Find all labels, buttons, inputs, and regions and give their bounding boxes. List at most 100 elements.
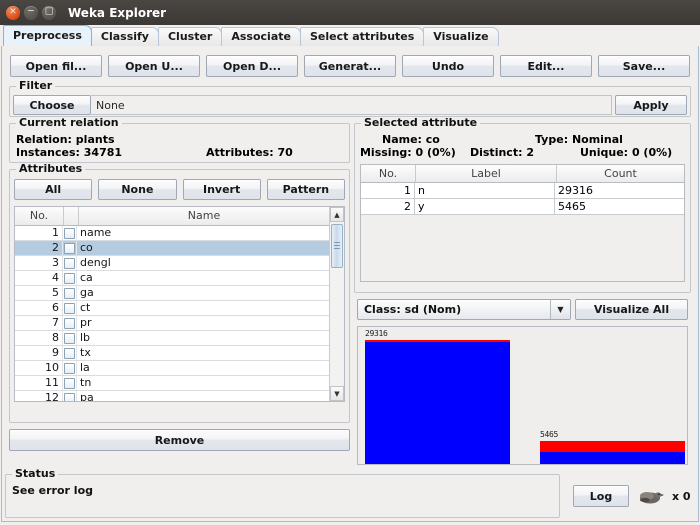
attribute-checkbox[interactable] — [63, 301, 77, 315]
attribute-row-number: 11 — [15, 376, 63, 390]
attribute-row-name: pa — [80, 391, 94, 402]
attributes-header-no: No. — [15, 207, 64, 225]
table-row[interactable]: 12 pa — [15, 391, 329, 402]
close-icon[interactable]: × — [6, 5, 20, 20]
relation-label: Relation: — [16, 133, 72, 146]
visualize-all-button[interactable]: Visualize All — [575, 299, 688, 320]
generate-button[interactable]: Generat... — [304, 55, 396, 77]
histogram-bar[interactable] — [364, 340, 510, 464]
attributes-count-group: Attributes: 70 — [206, 146, 293, 159]
open-url-button[interactable]: Open U... — [108, 55, 200, 77]
attribute-row-name: co — [80, 241, 93, 254]
label-count-header-count: Count — [604, 167, 637, 180]
open-db-button[interactable]: Open D... — [206, 55, 298, 77]
attribute-histogram[interactable]: 29316 5465 — [356, 326, 688, 465]
checkbox-icon — [64, 227, 75, 239]
attribute-checkbox[interactable] — [63, 391, 77, 401]
save-button[interactable]: Save... — [598, 55, 690, 77]
attribute-row-number: 7 — [15, 316, 63, 330]
attribute-type-value: Nominal — [571, 133, 623, 146]
choose-filter-button[interactable]: Choose — [13, 95, 91, 115]
open-file-button[interactable]: Open fil... — [10, 55, 102, 77]
tab-associate[interactable]: Associate — [221, 27, 301, 46]
table-row[interactable]: 2 y 5465 — [360, 199, 684, 215]
apply-filter-button[interactable]: Apply — [615, 95, 687, 115]
attribute-row-name: la — [80, 361, 90, 374]
class-dropdown[interactable]: Class: sd (Nom) ▼ — [356, 299, 571, 320]
attribute-checkbox[interactable] — [63, 331, 77, 345]
select-none-button[interactable]: None — [98, 179, 177, 200]
attribute-checkbox[interactable] — [63, 241, 77, 255]
table-row[interactable]: 5 ga — [15, 286, 329, 301]
table-row[interactable]: 3 dengl — [15, 256, 329, 271]
attribute-checkbox[interactable] — [63, 226, 77, 240]
scrollbar-thumb[interactable] — [330, 224, 343, 268]
attribute-type-label: Type: — [534, 133, 569, 146]
attribute-unique-value: 0 (0%) — [631, 146, 673, 159]
label-row-count: 29316 — [557, 184, 593, 197]
undo-button[interactable]: Undo — [402, 55, 494, 77]
table-row[interactable]: 10 la — [15, 361, 329, 376]
filter-value-field[interactable]: None — [91, 95, 612, 115]
attribute-checkbox[interactable] — [63, 376, 77, 390]
table-row[interactable]: 8 lb — [15, 331, 329, 346]
pattern-button[interactable]: Pattern — [266, 179, 345, 200]
attribute-row-name: ga — [80, 286, 94, 299]
scroll-up-icon[interactable]: ▲ — [329, 207, 344, 222]
attribute-checkbox[interactable] — [63, 316, 77, 330]
table-row[interactable]: 4 ca — [15, 271, 329, 286]
tab-classify-label: Classify — [100, 30, 149, 43]
bird-count-label: x 0 — [672, 489, 691, 503]
attribute-distinct-label: Distinct: — [469, 146, 523, 159]
invert-selection-button[interactable]: Invert — [182, 179, 261, 200]
window-controls: × − □ — [6, 5, 56, 20]
tab-cluster-label: Cluster — [167, 30, 213, 43]
edit-button[interactable]: Edit... — [500, 55, 592, 77]
maximize-icon[interactable]: □ — [42, 5, 56, 20]
tab-visualize[interactable]: Visualize — [423, 27, 499, 46]
select-all-button[interactable]: All — [14, 179, 93, 200]
table-row[interactable]: 11 tn — [15, 376, 329, 391]
attributes-table-body: No. Name 1 name 2 co 3 dengl 4 ca 5 ga 6 ct 7 pr 8 lb 9 t… — [15, 207, 329, 401]
table-row[interactable]: 6 ct — [15, 301, 329, 316]
attributes-header-checkbox — [64, 207, 79, 225]
attribute-checkbox[interactable] — [63, 361, 77, 375]
attribute-row-number: 10 — [15, 361, 63, 375]
status-panel: Status See error log — [5, 468, 560, 518]
tab-select-attributes-label: Select attributes — [309, 30, 415, 43]
weka-bird-icon — [640, 492, 664, 504]
table-row[interactable]: 7 pr — [15, 316, 329, 331]
attribute-checkbox[interactable] — [63, 271, 77, 285]
minimize-icon[interactable]: − — [24, 5, 38, 20]
attribute-checkbox[interactable] — [63, 286, 77, 300]
checkbox-icon — [64, 257, 75, 269]
tab-preprocess[interactable]: Preprocess — [3, 25, 92, 46]
attribute-distinct-value: 2 — [526, 146, 534, 159]
attribute-checkbox[interactable] — [63, 256, 77, 270]
label-row-count: 5465 — [557, 200, 586, 213]
log-button[interactable]: Log — [573, 485, 629, 507]
chevron-down-icon[interactable]: ▼ — [550, 300, 570, 319]
attribute-row-number: 8 — [15, 331, 63, 345]
table-row[interactable]: 2 co — [15, 241, 329, 256]
table-row[interactable]: 9 tx — [15, 346, 329, 361]
attribute-name-group: Name: co — [360, 133, 535, 146]
attribute-missing-label: Missing: — [359, 146, 412, 159]
table-row[interactable]: 1 n 29316 — [360, 183, 684, 199]
selected-attribute-title: Selected attribute — [360, 117, 481, 128]
attribute-row-name: name — [80, 226, 112, 239]
table-row[interactable]: 1 name — [15, 226, 329, 241]
attributes-scrollbar[interactable]: ▲ ▼ — [328, 207, 344, 401]
tab-classify[interactable]: Classify — [90, 27, 159, 46]
window-titlebar: × − □ Weka Explorer — [0, 0, 700, 25]
attribute-row-number: 9 — [15, 346, 63, 360]
scrollbar-track[interactable] — [329, 222, 344, 386]
remove-attributes-button[interactable]: Remove — [9, 429, 350, 451]
attribute-type-group: Type: Nominal — [535, 133, 623, 146]
scroll-down-icon[interactable]: ▼ — [329, 386, 344, 401]
attribute-checkbox[interactable] — [63, 346, 77, 360]
histogram-bar[interactable] — [539, 441, 685, 464]
tab-select-attributes[interactable]: Select attributes — [299, 27, 425, 46]
tab-cluster[interactable]: Cluster — [157, 27, 223, 46]
status-panel-title: Status — [12, 468, 59, 479]
